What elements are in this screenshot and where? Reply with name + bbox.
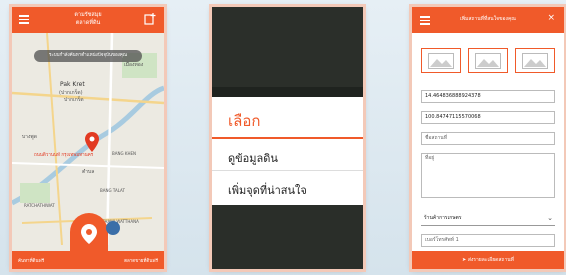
menu-item-view-soil[interactable]: ดูข้อมูลดิน xyxy=(228,149,278,167)
menu-item-add-poi[interactable]: เพิ่มจุดที่น่าสนใจ xyxy=(228,181,307,199)
phone-add-place-screen: เพิ่มสถานที่ที่สนใจของคุณ × 14.464836888… xyxy=(412,7,564,269)
form-header: เพิ่มสถานที่ที่สนใจของคุณ × xyxy=(412,7,564,33)
map-label: เมืองทอง xyxy=(124,62,144,68)
close-icon[interactable]: × xyxy=(547,13,555,23)
map-label: BANG TALAT xyxy=(100,188,125,193)
form-title: เพิ่มสถานที่ที่สนใจของคุณ xyxy=(460,16,516,22)
category-select[interactable]: ร้านค้าการเกษตร ⌄ xyxy=(421,213,555,226)
app-header: ตามรัชสมุย ตลาดที่ดิน xyxy=(12,7,164,33)
sheet-divider xyxy=(212,137,363,139)
menu-icon[interactable] xyxy=(420,16,430,27)
search-land-button[interactable]: ค้นหาที่ดินฟรี xyxy=(18,257,44,264)
phone-menu-screen: เลือก ดูข้อมูลดิน เพิ่มจุดที่น่าสนใจ xyxy=(212,7,363,269)
location-fab[interactable] xyxy=(70,213,108,255)
action-sheet: เลือก ดูข้อมูลดิน เพิ่มจุดที่น่าสนใจ xyxy=(212,97,363,205)
sheet-title: เลือก xyxy=(228,112,261,130)
address-field[interactable]: ที่อยู่ xyxy=(421,153,555,198)
app-title: ตามรัชสมุย ตลาดที่ดิน xyxy=(74,12,102,26)
category-value: ร้านค้าการเกษตร xyxy=(424,215,462,221)
phone-map-screen: ตามรัชสมุย ตลาดที่ดิน ระบบกำลังค้นหาตำแห… xyxy=(12,7,164,269)
dimmed-map-bottom xyxy=(212,205,363,269)
map-label: ตำบล xyxy=(82,169,95,175)
image-placeholder-icon xyxy=(428,53,454,69)
phone-field[interactable]: เบอร์โทรศัพท์ 1 xyxy=(421,234,555,247)
place-name-field[interactable]: ชื่อสถานที่ xyxy=(421,132,555,145)
map-label: RATCHATHIWAT xyxy=(24,203,55,208)
photo-slot-2[interactable] xyxy=(468,48,508,73)
selected-location-label: ถนนติวานนท์ กรุงเทพมหานคร xyxy=(34,153,94,158)
photo-slot-3[interactable] xyxy=(515,48,555,73)
map-label: Pak Kret xyxy=(60,81,85,88)
map-label: ปากเกร็ด xyxy=(64,97,84,103)
image-placeholder-icon xyxy=(522,53,548,69)
map-label: บางพูด xyxy=(22,134,37,140)
add-place-icon[interactable] xyxy=(144,13,156,25)
submit-button[interactable]: ➤ ส่งรายละเอียดสถานที่ xyxy=(412,251,564,269)
chevron-down-icon: ⌄ xyxy=(547,214,553,222)
longitude-field[interactable]: 100.84747115570068 xyxy=(421,111,555,124)
photo-slot-1[interactable] xyxy=(421,48,461,73)
land-market-button[interactable]: ตลาดขายที่ดินฟรี xyxy=(124,257,158,264)
divider xyxy=(212,170,363,171)
image-placeholder-icon xyxy=(475,53,501,69)
camera-icon[interactable] xyxy=(106,221,120,235)
submit-label: ส่งรายละเอียดสถานที่ xyxy=(467,257,514,263)
latitude-field[interactable]: 14.464836888924378 xyxy=(421,90,555,103)
map-pin-icon[interactable] xyxy=(85,132,99,152)
location-pin-icon xyxy=(81,224,97,244)
dimmed-map xyxy=(212,7,363,87)
